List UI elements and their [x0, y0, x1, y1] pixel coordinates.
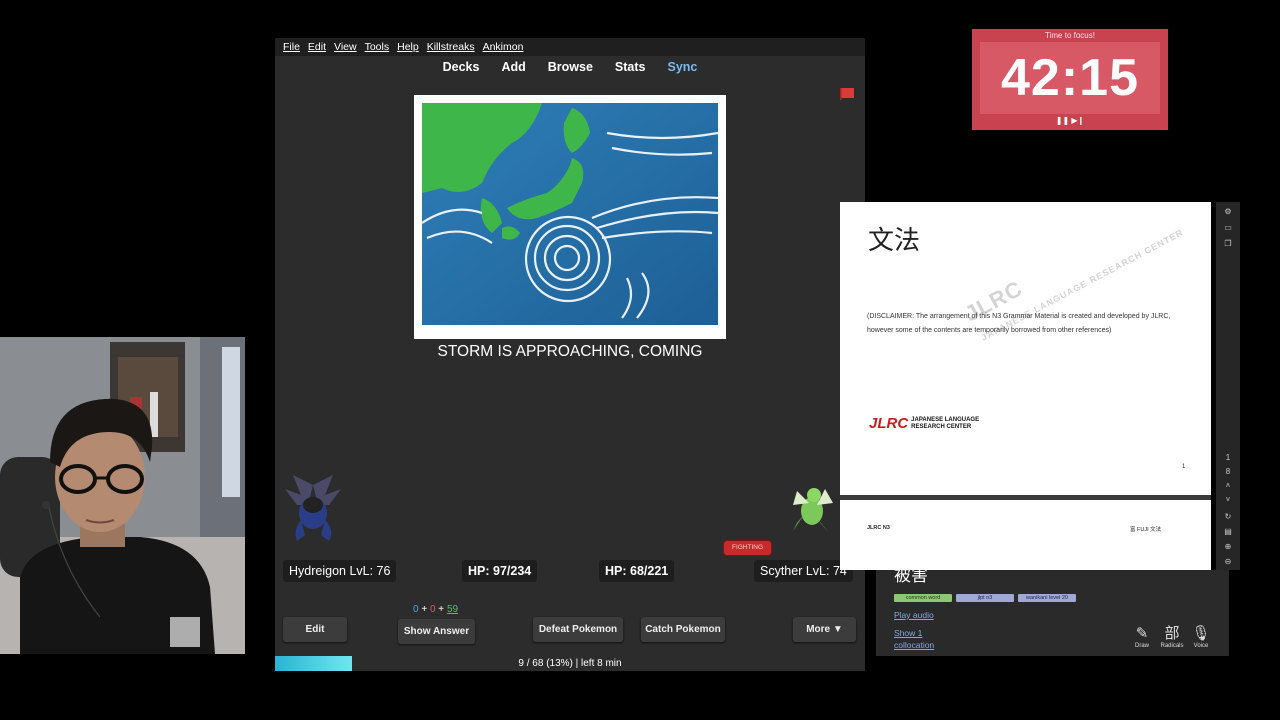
voice-label: Voice: [1193, 643, 1209, 649]
radicals-icon: 部: [1164, 625, 1180, 642]
due-counts: 0 + 0 + 59: [413, 604, 458, 615]
settings-icon[interactable]: ⚙: [1223, 207, 1233, 217]
menu-help[interactable]: Help: [397, 41, 419, 53]
catch-pokemon-button[interactable]: Catch Pokemon: [641, 617, 725, 642]
pdf-sidebar: ⚙ ▭ ❐ 1 8 ˄ ˅ ↻ ▤ ⊕ ⊖: [1216, 202, 1240, 570]
count-sep-2: +: [435, 604, 447, 615]
player-hp: HP: 97/234: [462, 560, 538, 582]
page2-header-right: 富 FUJI 文法: [1130, 527, 1162, 533]
tag-wanikani: wanikani level 20: [1018, 594, 1076, 602]
toolbar-add[interactable]: Add: [501, 56, 525, 80]
webcam-feed: [0, 337, 245, 654]
show-answer-button[interactable]: Show Answer: [398, 619, 475, 644]
logo-big: JLRC: [869, 415, 909, 432]
voice-tool[interactable]: 🎙 Voice: [1186, 625, 1216, 649]
edit-button[interactable]: Edit: [283, 617, 347, 642]
logo-small-1: JAPANESE LANGUAGE: [911, 416, 980, 423]
pdf-viewer[interactable]: 文法 JLRCJAPANESE LANGUAGE RESEARCH CENTER…: [840, 202, 1211, 570]
scyther-sprite: [793, 488, 833, 533]
pdf-page-2: JLRC N3 富 FUJI 文法: [840, 500, 1211, 570]
logo-small-2: RESEARCH CENTER: [911, 423, 972, 430]
jlrc-logo: JLRC JAPANESE LANGUAGE RESEARCH CENTER: [869, 415, 979, 432]
enemy-hp: HP: 68/221: [599, 560, 675, 582]
menu-killstreaks[interactable]: Killstreaks: [427, 41, 475, 53]
timer-controls[interactable]: ❚❚ ▶❙: [972, 116, 1168, 125]
draw-label: Draw: [1134, 643, 1149, 649]
type-badge-fighting: FIGHTING: [724, 541, 771, 555]
play-audio-link[interactable]: Play audio: [894, 610, 934, 620]
toolbar-sync[interactable]: Sync: [668, 56, 698, 80]
dictionary-popup: 被害 common word jlpt n3 wanikani level 20…: [876, 566, 1229, 656]
menu-tools[interactable]: Tools: [365, 41, 390, 53]
dictionary-word: 被害: [894, 566, 928, 586]
tag-common-word: common word: [894, 594, 952, 602]
menu-bar: File Edit View Tools Help Killstreaks An…: [275, 38, 865, 56]
count-sep-1: +: [418, 604, 430, 615]
chevron-up-icon[interactable]: ˄: [1223, 481, 1233, 491]
timer-value: 42:15: [1001, 49, 1139, 107]
radicals-label: Radicals: [1160, 643, 1184, 649]
draw-tool[interactable]: ✎ Draw: [1127, 625, 1157, 649]
logo-small: JAPANESE LANGUAGE RESEARCH CENTER: [911, 417, 979, 431]
show-link[interactable]: Show 1: [894, 628, 922, 638]
tag-jlpt: jlpt n3: [956, 594, 1014, 602]
menu-file[interactable]: File: [283, 41, 300, 53]
anki-window: File Edit View Tools Help Killstreaks An…: [275, 38, 865, 671]
radicals-tool[interactable]: 部 Radicals: [1157, 625, 1187, 649]
timer-label: Time to focus!: [1045, 31, 1095, 40]
document-icon[interactable]: ▤: [1223, 527, 1233, 537]
pdf-page-number: 1: [1182, 464, 1186, 470]
bookmark-icon[interactable]: ▭: [1223, 223, 1233, 233]
player-pokemon-name: Hydreigon LvL: 76: [283, 560, 397, 582]
toolbar-stats[interactable]: Stats: [615, 56, 646, 80]
review-count: 59: [446, 604, 459, 615]
toolbar-decks[interactable]: Decks: [443, 56, 480, 80]
enemy-pokemon-name: Scyther LvL: 74: [754, 560, 853, 582]
defeat-pokemon-button[interactable]: Defeat Pokemon: [533, 617, 623, 642]
card-answer-text: STORM IS APPROACHING, COMING: [437, 343, 703, 360]
copy-icon[interactable]: ❐: [1223, 239, 1233, 249]
flag-icon[interactable]: [840, 88, 854, 100]
hydreigon-sprite: [285, 475, 341, 541]
page-total: 8: [1225, 467, 1231, 476]
microphone-icon: 🎙: [1191, 625, 1211, 642]
page-input[interactable]: 1: [1223, 453, 1233, 463]
pdf-disclaimer: (DISCLAIMER: The arrangement of this N3 …: [867, 313, 1171, 334]
chevron-down-icon[interactable]: ˅: [1223, 495, 1233, 505]
menu-view[interactable]: View: [334, 41, 357, 53]
pdf-page-1: 文法 JLRCJAPANESE LANGUAGE RESEARCH CENTER…: [840, 202, 1211, 495]
zoom-out-icon[interactable]: ⊖: [1223, 557, 1233, 567]
main-toolbar: Decks Add Browse Stats Sync: [275, 56, 865, 80]
progress-text: 9 / 68 (13%) | left 8 min: [518, 658, 622, 669]
edit-icon: ✎: [1135, 625, 1149, 642]
zoom-in-icon[interactable]: ⊕: [1223, 542, 1233, 552]
more-button[interactable]: More ▼: [793, 617, 856, 642]
refresh-icon[interactable]: ↻: [1223, 512, 1233, 522]
menu-edit[interactable]: Edit: [308, 41, 326, 53]
collocation-link[interactable]: collocation: [894, 640, 934, 650]
menu-ankimon[interactable]: Ankimon: [483, 41, 524, 53]
timer-display: 42:15: [980, 42, 1160, 114]
pdf-title: 文法: [868, 226, 921, 256]
toolbar-browse[interactable]: Browse: [548, 56, 593, 80]
page2-header-left: JLRC N3: [867, 525, 890, 531]
focus-timer: Time to focus! 42:15 ❚❚ ▶❙: [972, 29, 1168, 130]
card-image: [414, 95, 726, 339]
